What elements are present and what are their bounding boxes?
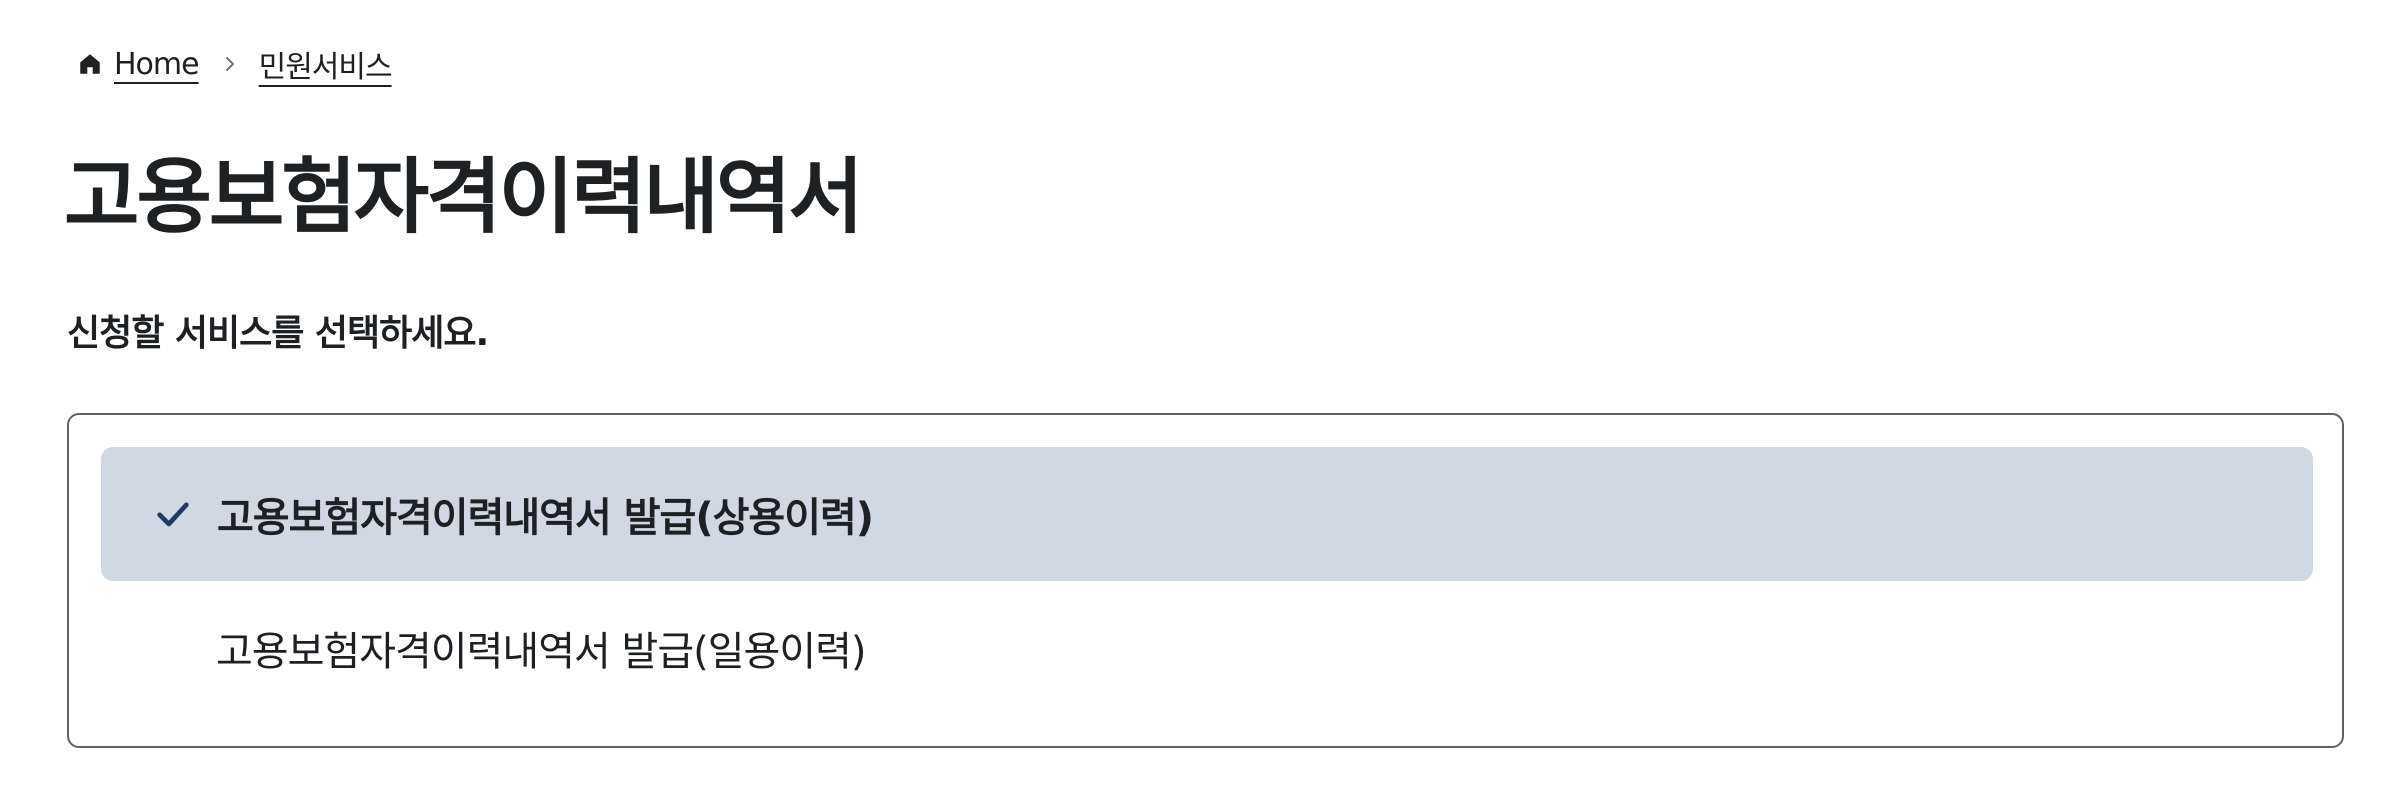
page-title: 고용보험자격이력내역서 <box>64 150 864 245</box>
breadcrumb: Home 민원서비스 <box>76 40 393 88</box>
chevron-right-icon <box>219 53 241 75</box>
service-option-regular[interactable]: 고용보험자격이력내역서 발급(상용이력) <box>101 447 2313 581</box>
service-option-list: 고용보험자격이력내역서 발급(상용이력) 고용보험자격이력내역서 발급(일용이력… <box>67 413 2344 748</box>
service-option-daily[interactable]: 고용보험자격이력내역서 발급(일용이력) <box>101 581 2313 715</box>
service-option-label: 고용보험자격이력내역서 발급(일용이력) <box>216 629 867 675</box>
instruction-text: 신청할 서비스를 선택하세요. <box>67 313 489 354</box>
breadcrumb-home-link[interactable]: Home <box>114 47 200 82</box>
breadcrumb-civil-service-link[interactable]: 민원서비스 <box>259 42 393 86</box>
check-icon <box>151 492 195 536</box>
service-option-label: 고용보험자격이력내역서 발급(상용이력) <box>217 495 874 541</box>
home-icon[interactable] <box>76 50 104 78</box>
